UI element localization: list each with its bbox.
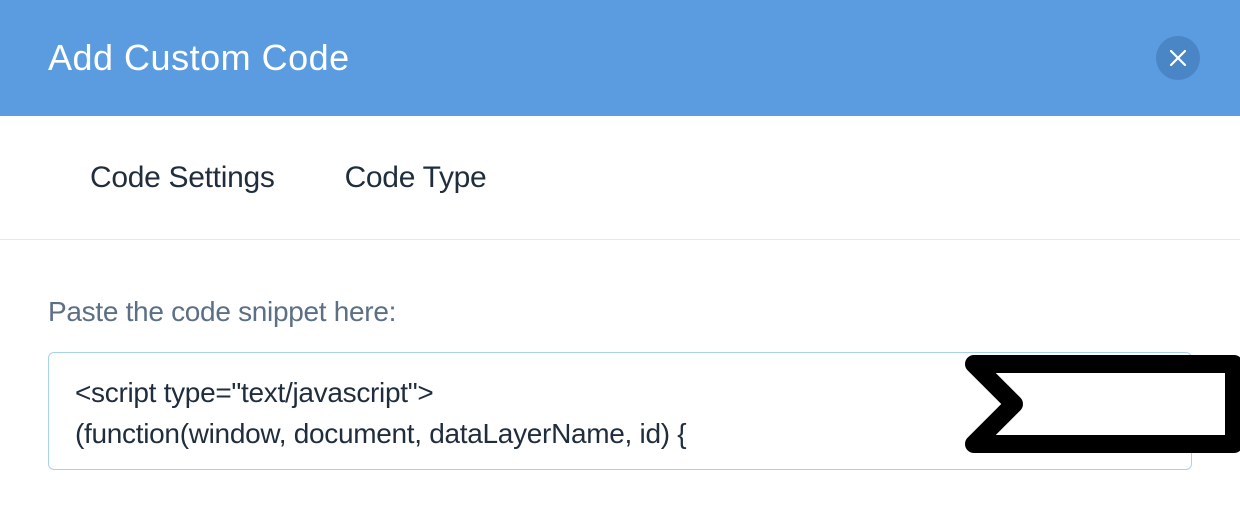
tabs-row: Code Settings Code Type	[0, 116, 1240, 240]
tab-code-type[interactable]: Code Type	[345, 161, 487, 195]
code-snippet-input[interactable]: <script type="text/javascript"> (functio…	[48, 352, 1192, 470]
close-button[interactable]	[1156, 36, 1200, 80]
code-snippet-label: Paste the code snippet here:	[48, 296, 1192, 328]
dialog-header: Add Custom Code	[0, 0, 1240, 116]
code-snippet-text: <script type="text/javascript"> (functio…	[75, 373, 1165, 454]
content-area: Paste the code snippet here: <script typ…	[0, 240, 1240, 470]
close-icon	[1168, 48, 1188, 68]
tab-code-settings[interactable]: Code Settings	[90, 161, 275, 195]
dialog-title: Add Custom Code	[48, 37, 350, 79]
